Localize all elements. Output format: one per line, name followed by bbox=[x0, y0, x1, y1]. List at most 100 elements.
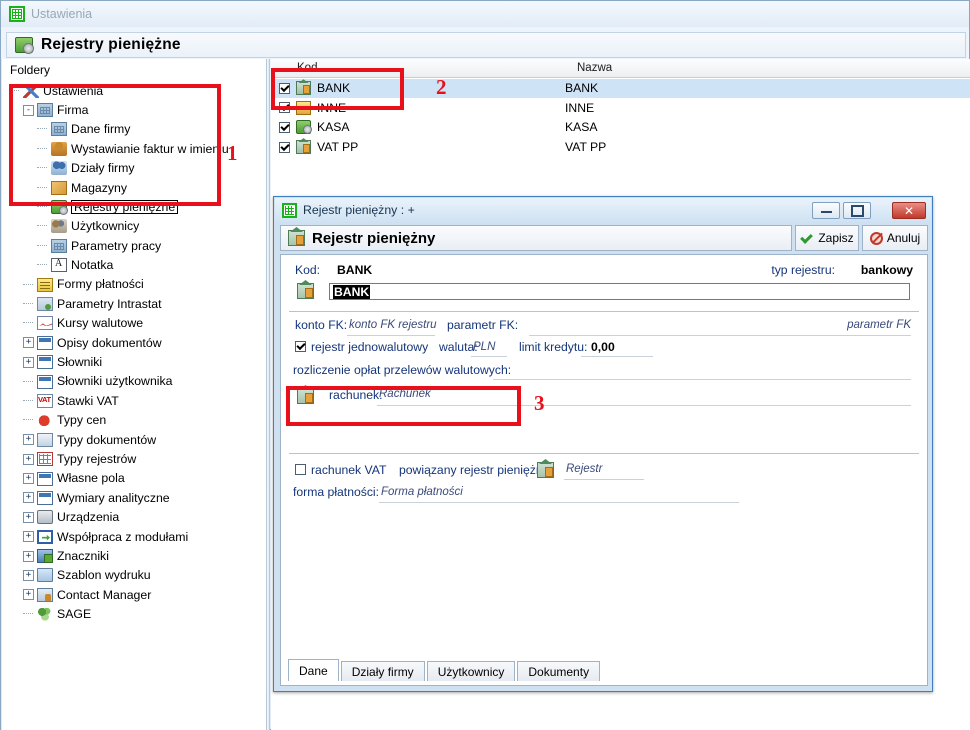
box-icon bbox=[51, 181, 67, 195]
tree-item-stawki-vat[interactable]: Stawki VAT bbox=[9, 391, 259, 410]
rozliczenie-underline[interactable] bbox=[493, 379, 911, 380]
maximize-button[interactable] bbox=[843, 202, 871, 219]
tree-connector bbox=[23, 322, 33, 324]
expand-icon[interactable]: + bbox=[23, 434, 34, 445]
kasa-icon bbox=[296, 120, 311, 134]
tree-item-szablon-wydruku[interactable]: + Szablon wydruku bbox=[9, 566, 259, 585]
konto-fk-value[interactable]: konto FK rejestru bbox=[349, 319, 437, 331]
cell-nazwa: INNE bbox=[565, 101, 594, 115]
rachunek-vat-checkbox[interactable] bbox=[295, 464, 306, 475]
save-button[interactable]: Zapisz bbox=[795, 225, 859, 251]
kod-value: BANK bbox=[337, 263, 372, 277]
tree-item-ustawienia[interactable]: Ustawienia bbox=[9, 81, 259, 100]
tree-item-label: Szablon wydruku bbox=[57, 569, 151, 581]
tab-dane[interactable]: Dane bbox=[288, 659, 339, 681]
tab-dokumenty[interactable]: Dokumenty bbox=[517, 661, 600, 681]
tree-indent bbox=[9, 323, 23, 324]
cell-kod: INNE bbox=[317, 101, 346, 115]
dialog-tabs[interactable]: DaneDziały firmyUżytkownicyDokumenty bbox=[288, 659, 600, 681]
tree-item-typy-cen[interactable]: Typy cen bbox=[9, 411, 259, 430]
folder-blue-icon bbox=[37, 568, 53, 582]
tree-item-sage[interactable]: SAGE bbox=[9, 605, 259, 624]
rejestr-jednowalutowy-checkbox[interactable] bbox=[295, 341, 306, 352]
row-checkbox[interactable] bbox=[279, 122, 290, 133]
expand-icon[interactable]: + bbox=[23, 570, 34, 581]
parametr-fk-value[interactable]: parametr FK bbox=[847, 319, 911, 331]
expand-icon[interactable]: + bbox=[23, 492, 34, 503]
tree-indent bbox=[9, 614, 23, 615]
expand-icon[interactable]: + bbox=[23, 512, 34, 523]
tab-u-ytkownicy[interactable]: Użytkownicy bbox=[427, 661, 516, 681]
tree-item-magazyny[interactable]: Magazyny bbox=[9, 178, 259, 197]
settings-tree[interactable]: Ustawienia-FirmaDane firmyWystawianie fa… bbox=[9, 81, 259, 624]
expand-icon[interactable]: + bbox=[23, 473, 34, 484]
tree-item-znaczniki[interactable]: +Znaczniki bbox=[9, 546, 259, 565]
tree-item-typy-dokument-w[interactable]: + Typy dokumentów bbox=[9, 430, 259, 449]
tree-item-label: Parametry pracy bbox=[71, 240, 161, 252]
tree-item-parametry-pracy[interactable]: Parametry pracy bbox=[9, 236, 259, 255]
tree-item-opisy-dokument-w[interactable]: +Opisy dokumentów bbox=[9, 333, 259, 352]
rachunek-value[interactable]: Rachunek bbox=[379, 388, 431, 400]
blue-doc-icon bbox=[37, 355, 53, 369]
tree-item-rejestry-pieni-ne[interactable]: Rejestry pieniężne bbox=[9, 197, 259, 216]
tree-item-contact-manager[interactable]: +Contact Manager bbox=[9, 585, 259, 604]
column-header-nazwa[interactable]: Nazwa bbox=[577, 62, 612, 74]
tree-item-label: Rejestry pieniężne bbox=[71, 200, 178, 214]
row-checkbox[interactable] bbox=[279, 142, 290, 153]
tree-item-dzia-y-firmy[interactable]: Działy firmy bbox=[9, 159, 259, 178]
tree-item-s-owniki[interactable]: +Słowniki bbox=[9, 352, 259, 371]
tree-item-urz-dzenia[interactable]: +Urządzenia bbox=[9, 508, 259, 527]
expand-icon[interactable]: + bbox=[23, 337, 34, 348]
expand-icon[interactable]: + bbox=[23, 551, 34, 562]
cancel-button-label: Anuluj bbox=[887, 231, 920, 245]
powiazany-rejestr-value[interactable]: Rejestr bbox=[566, 463, 602, 475]
tree-item-notatka[interactable]: Notatka bbox=[9, 256, 259, 275]
tree-item-u-ytkownicy[interactable]: Użytkownicy bbox=[9, 217, 259, 236]
tree-item-label: Parametry Intrastat bbox=[57, 298, 162, 310]
table-row[interactable]: INNE INNE bbox=[271, 98, 970, 118]
tree-item-s-owniki-u-ytkownika[interactable]: Słowniki użytkownika bbox=[9, 372, 259, 391]
collapse-icon[interactable]: - bbox=[23, 105, 34, 116]
expand-icon[interactable]: + bbox=[23, 589, 34, 600]
chart-icon bbox=[37, 316, 53, 330]
tree-item-label: Typy dokumentów bbox=[57, 434, 156, 446]
tree-item-firma[interactable]: -Firma bbox=[9, 100, 259, 119]
tree-item-typy-rejestr-w[interactable]: + Typy rejestrów bbox=[9, 449, 259, 468]
application-titlebar: Ustawienia bbox=[1, 1, 969, 27]
tree-item-kursy-walutowe[interactable]: Kursy walutowe bbox=[9, 314, 259, 333]
tree-item-label: Własne pola bbox=[57, 472, 125, 484]
pane-splitter[interactable] bbox=[266, 59, 270, 730]
row-checkbox[interactable] bbox=[279, 83, 290, 94]
minimize-button[interactable] bbox=[812, 202, 840, 219]
tree-item-wystawianie-faktur-w-imieniu[interactable]: Wystawianie faktur w imieniu bbox=[9, 139, 259, 158]
inne-icon bbox=[296, 101, 311, 115]
tree-item-w-asne-pola[interactable]: + Własne pola bbox=[9, 469, 259, 488]
settings-grid-icon bbox=[282, 203, 297, 218]
tree-item-label: Typy rejestrów bbox=[57, 453, 136, 465]
close-button[interactable]: ✕ bbox=[892, 202, 926, 219]
tree-item-parametry-intrastat[interactable]: Parametry Intrastat bbox=[9, 294, 259, 313]
table-row[interactable]: BANKBANK bbox=[271, 79, 970, 99]
tree-item-wsp-praca-z-modu-ami[interactable]: +Współpraca z modułami bbox=[9, 527, 259, 546]
cell-kod: KASA bbox=[317, 120, 350, 134]
tab-dzia-y-firmy[interactable]: Działy firmy bbox=[341, 661, 425, 681]
table-row[interactable]: VAT PPVAT PP bbox=[271, 137, 970, 157]
expand-icon[interactable]: + bbox=[23, 454, 34, 465]
row-checkbox[interactable] bbox=[279, 102, 290, 113]
typ-rejestru-value: bankowy bbox=[861, 263, 913, 277]
limit-kredytu-value[interactable]: 0,00 bbox=[591, 340, 615, 354]
table-row[interactable]: KASAKASA bbox=[271, 118, 970, 138]
tree-item-wymiary-analityczne[interactable]: +Wymiary analityczne bbox=[9, 488, 259, 507]
kod-input[interactable]: BANK bbox=[329, 283, 910, 300]
cancel-button[interactable]: Anuluj bbox=[862, 225, 928, 251]
forma-platnosci-value[interactable]: Forma płatności bbox=[381, 486, 463, 498]
tree-item-dane-firmy[interactable]: Dane firmy bbox=[9, 120, 259, 139]
registry-dialog-window: Rejestr pieniężny : + ✕ Rejestr pieniężn… bbox=[273, 196, 933, 692]
tree-indent bbox=[9, 381, 23, 382]
dialog-titlebar[interactable]: Rejestr pieniężny : + ✕ bbox=[275, 198, 931, 222]
tree-item-formy-p-atno-ci[interactable]: Formy płatności bbox=[9, 275, 259, 294]
expand-icon[interactable]: + bbox=[23, 357, 34, 368]
expand-icon[interactable]: + bbox=[23, 531, 34, 542]
column-header-kod[interactable]: Kod bbox=[297, 62, 317, 74]
waluta-value[interactable]: PLN bbox=[473, 341, 495, 353]
